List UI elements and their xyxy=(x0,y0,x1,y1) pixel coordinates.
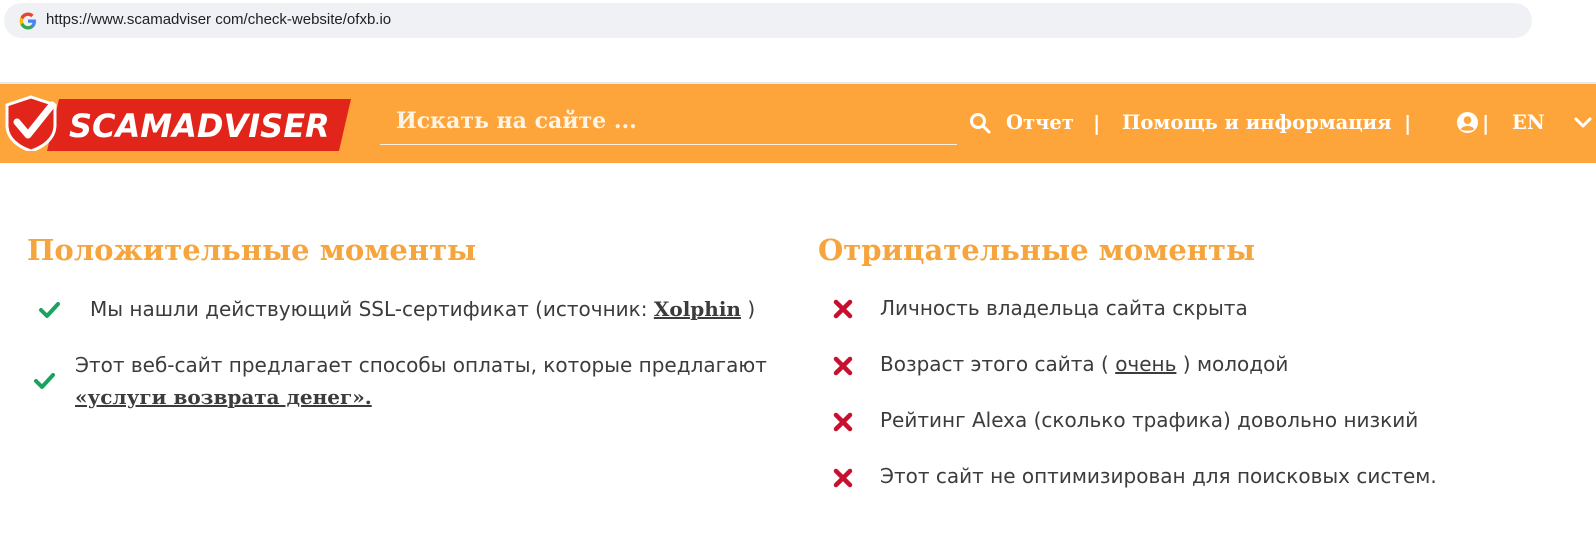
list-item: Рейтинг Alexa (сколько трафика) довольно… xyxy=(880,408,1419,432)
language-selector[interactable]: EN xyxy=(1512,111,1545,134)
list-item-line: Этот веб-сайт предлагает способы оплаты,… xyxy=(75,353,767,377)
nav-separator: | xyxy=(1482,111,1490,135)
url-text[interactable]: https://www.scamadviser com/check-websit… xyxy=(46,11,391,28)
list-item: Этот сайт не оптимизирован для поисковых… xyxy=(880,464,1437,488)
cross-icon xyxy=(833,299,853,319)
search-icon[interactable] xyxy=(969,112,991,134)
cross-icon xyxy=(833,356,853,376)
cross-icon xyxy=(833,468,853,488)
refund-services-link[interactable]: «услуги возврата денег». xyxy=(75,385,372,409)
user-icon[interactable] xyxy=(1456,111,1479,134)
nav-help[interactable]: Помощь и информация xyxy=(1122,111,1392,134)
list-item: Личность владельца сайта скрыта xyxy=(880,296,1248,320)
nav-report[interactable]: Отчет xyxy=(1006,111,1074,134)
site-header: SCAMADVISER Отчет | Помощь и информация … xyxy=(0,84,1596,163)
check-icon xyxy=(39,302,60,318)
ssl-source-link[interactable]: Xolphin xyxy=(654,297,741,321)
google-icon xyxy=(19,12,36,30)
check-icon xyxy=(34,373,55,389)
scamadviser-logo[interactable]: SCAMADVISER xyxy=(3,95,353,151)
negatives-title: Отрицательные моменты xyxy=(818,233,1256,267)
list-item: Возраст этого сайта ( очень ) молодой xyxy=(880,352,1289,376)
nav-separator: | xyxy=(1404,111,1412,135)
age-info-link[interactable]: очень xyxy=(1115,352,1176,376)
positives-title: Положительные моменты xyxy=(27,233,477,267)
list-item: Мы нашли действующий SSL-сертификат (ист… xyxy=(90,297,756,321)
search-input[interactable] xyxy=(394,105,938,137)
nav-separator: | xyxy=(1093,111,1101,135)
cross-icon xyxy=(833,412,853,432)
address-bar[interactable]: https://www.scamadviser com/check-websit… xyxy=(4,3,1532,38)
svg-text:SCAMADVISER: SCAMADVISER xyxy=(69,107,330,145)
list-item-line: «услуги возврата денег». xyxy=(75,381,372,413)
chevron-down-icon[interactable] xyxy=(1574,117,1592,129)
site-search[interactable] xyxy=(380,94,957,145)
